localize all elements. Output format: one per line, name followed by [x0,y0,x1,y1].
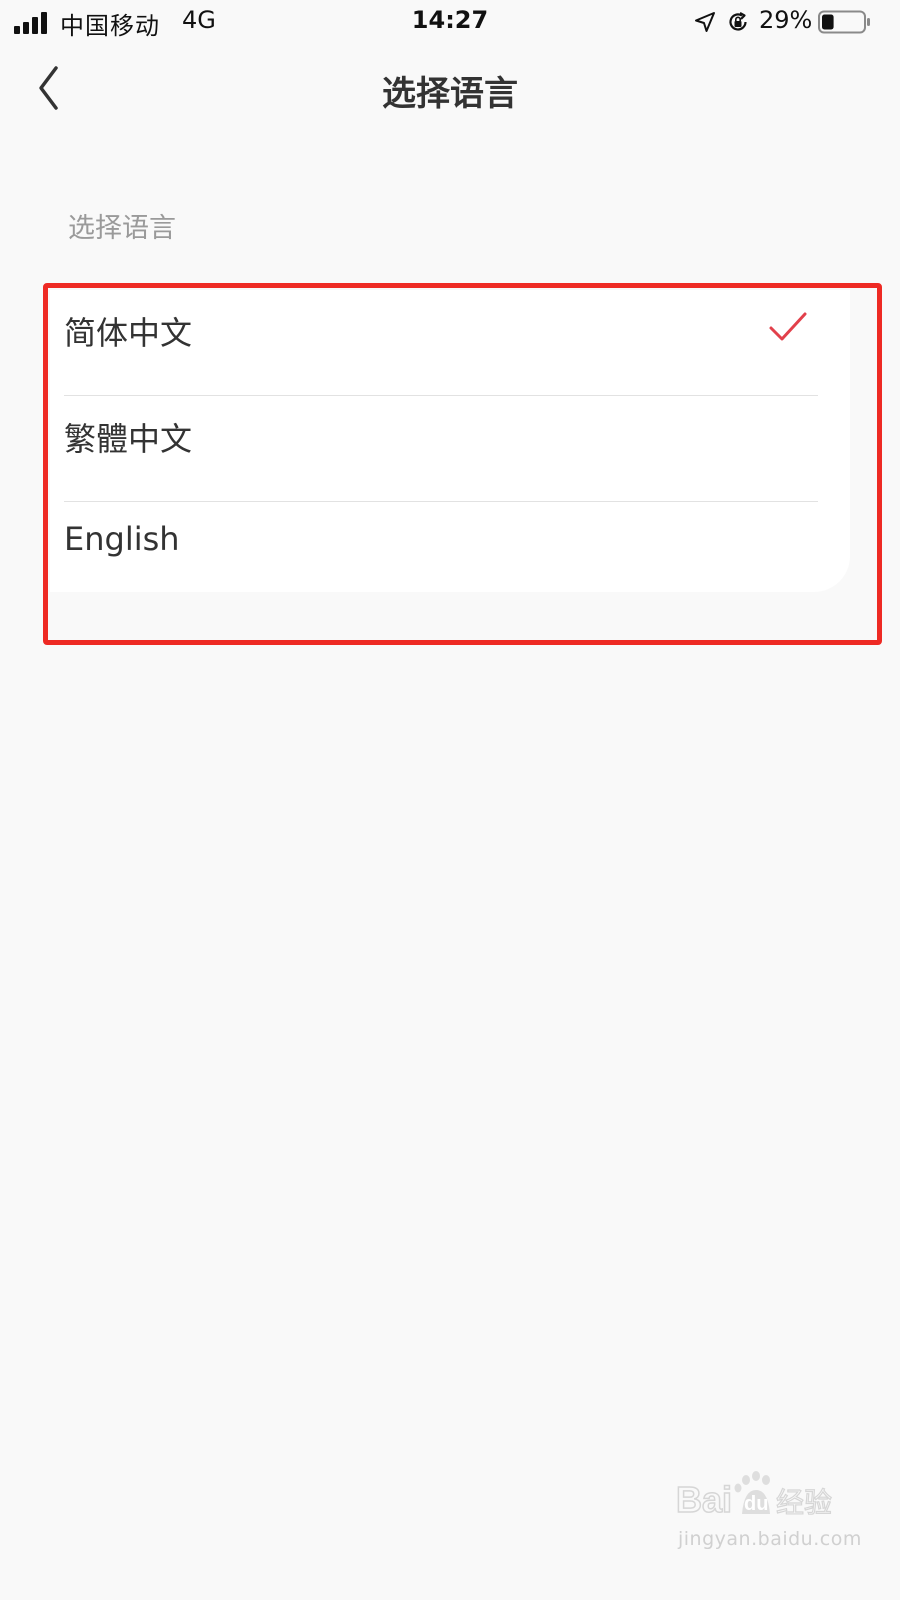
language-item-label: English [64,520,180,558]
checkmark-icon [769,312,807,341]
page-title: 选择语言 [382,74,518,114]
language-item-english[interactable]: English [64,502,818,608]
status-bar: 中国移动 4G 14:27 29% [0,0,900,44]
language-item-label: 繁體中文 [64,420,193,458]
watermark-url: jingyan.baidu.com [678,1528,862,1550]
language-list: 简体中文 繁體中文 English [50,290,850,592]
location-icon [695,12,715,32]
svg-text:du: du [744,1493,768,1515]
language-item-label: 简体中文 [64,314,193,352]
svg-text:经验: 经验 [776,1486,832,1519]
rotation-lock-icon [729,12,747,31]
battery-icon [818,10,870,34]
language-item-traditional-chinese[interactable]: 繁體中文 [64,396,818,502]
baidu-jingyan-logo: Bai du 经验 [675,1471,833,1521]
battery-percent: 29% [759,6,813,34]
svg-text:Bai: Bai [676,1479,732,1520]
language-item-simplified-chinese[interactable]: 简体中文 [64,290,818,396]
watermark: Bai du 经验 jingyan.baidu.com [672,1468,861,1568]
section-label: 选择语言 [68,213,176,244]
nav-bar: 选择语言 [0,44,900,134]
